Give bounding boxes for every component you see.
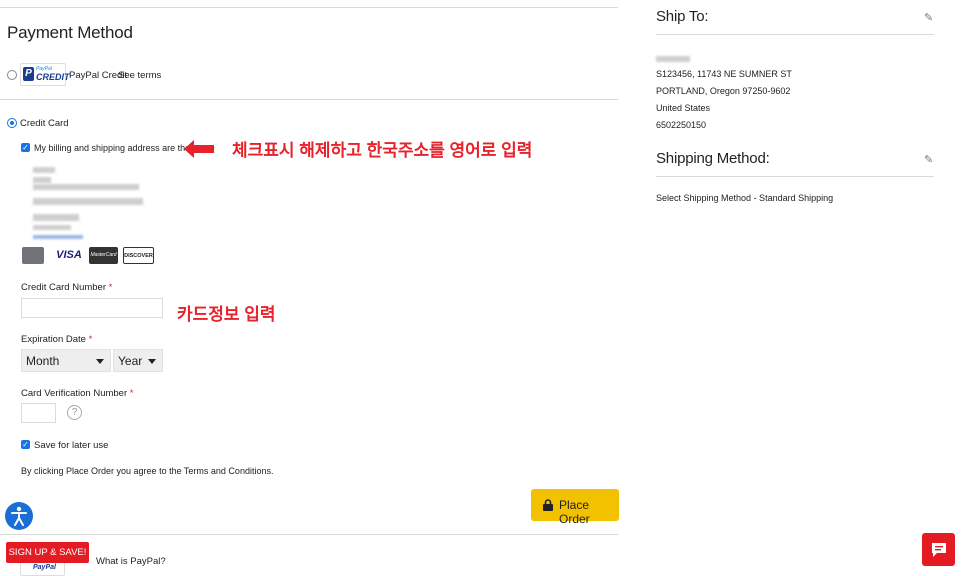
save-for-later-label: Save for later use	[34, 440, 109, 451]
paypal-logo-text: PayPal	[33, 564, 56, 571]
blurred-address	[33, 167, 55, 173]
month-select-value: Month	[26, 354, 60, 368]
year-select[interactable]: Year	[113, 349, 163, 372]
ship-country: United States	[656, 103, 711, 113]
card-number-label-text: Credit Card Number	[21, 282, 106, 293]
paypal-p-icon: P	[23, 67, 34, 81]
cvn-label: Card Verification Number *	[21, 388, 133, 399]
month-select[interactable]: Month	[21, 349, 111, 372]
chevron-down-icon	[148, 359, 156, 364]
help-icon[interactable]: ?	[67, 405, 82, 420]
ship-phone[interactable]: 6502250150	[656, 117, 706, 134]
cvn-input[interactable]	[21, 403, 56, 423]
ship-to-title: Ship To:	[656, 8, 709, 25]
shipping-method-divider	[656, 176, 934, 177]
top-divider	[0, 7, 618, 8]
accessibility-button[interactable]	[5, 502, 33, 530]
payment-method-title: Payment Method	[7, 23, 133, 42]
accessibility-icon	[11, 506, 27, 526]
chevron-down-icon	[96, 359, 104, 364]
what-is-paypal-link[interactable]: What is PayPal?	[96, 556, 166, 567]
required-mark: *	[108, 282, 113, 293]
see-terms-link[interactable]: See terms	[118, 70, 161, 81]
card-number-input[interactable]	[21, 298, 163, 318]
divider	[0, 534, 618, 535]
blurred-address	[33, 214, 79, 221]
paypal-credit-radio[interactable]	[7, 70, 17, 80]
lock-icon	[543, 499, 553, 511]
annotation-card: 카드정보 입력	[177, 305, 276, 324]
ship-address-line1: S123456, 11743 NE SUMNER ST	[656, 69, 792, 79]
mastercard-logo: MasterCard	[89, 247, 118, 264]
blurred-address	[33, 225, 71, 230]
paypal-credit-text: CREDIT	[36, 72, 70, 82]
visa-logo: VISA	[56, 249, 82, 261]
pencil-icon[interactable]: ✎	[924, 11, 933, 24]
shipping-method-title: Shipping Method:	[656, 150, 770, 167]
discover-logo: DISCOVER	[123, 247, 154, 264]
chat-button[interactable]	[922, 533, 955, 566]
required-mark: *	[129, 388, 134, 399]
required-mark: *	[88, 334, 93, 345]
blurred-phone	[33, 235, 83, 239]
divider	[0, 99, 618, 100]
signup-button[interactable]: SIGN UP & SAVE!	[6, 542, 89, 563]
ship-address-line2: PORTLAND, Oregon 97250-9602	[656, 86, 791, 96]
ship-to-divider	[656, 34, 934, 35]
cvn-label-text: Card Verification Number	[21, 388, 128, 399]
blurred-name	[656, 56, 690, 62]
year-select-value: Year	[118, 354, 143, 368]
shipping-method-value: Select Shipping Method - Standard Shippi…	[656, 193, 834, 203]
save-for-later-checkbox[interactable]: ✓	[21, 440, 30, 449]
chat-icon	[932, 543, 946, 557]
expiration-label-text: Expiration Date	[21, 334, 86, 345]
place-order-label: Place Order	[559, 498, 590, 526]
card-number-label: Credit Card Number *	[21, 282, 112, 293]
expiration-label: Expiration Date *	[21, 334, 92, 345]
blurred-address	[33, 184, 139, 190]
credit-card-radio[interactable]	[7, 118, 17, 128]
terms-link[interactable]: By clicking Place Order you agree to the…	[21, 466, 273, 476]
place-order-button[interactable]: Place Order	[531, 489, 619, 526]
paypal-credit-logo: P PayPal CREDIT	[20, 63, 70, 86]
pencil-icon[interactable]: ✎	[924, 153, 933, 166]
annotation-address: 체크표시 해제하고 한국주소를 영어로 입력	[232, 141, 533, 160]
arrow-left-icon	[184, 140, 214, 158]
amex-logo	[22, 247, 44, 264]
blurred-address	[33, 177, 51, 183]
blurred-address	[33, 198, 143, 205]
credit-card-label: Credit Card	[20, 118, 69, 129]
same-address-checkbox[interactable]: ✓	[21, 143, 30, 152]
